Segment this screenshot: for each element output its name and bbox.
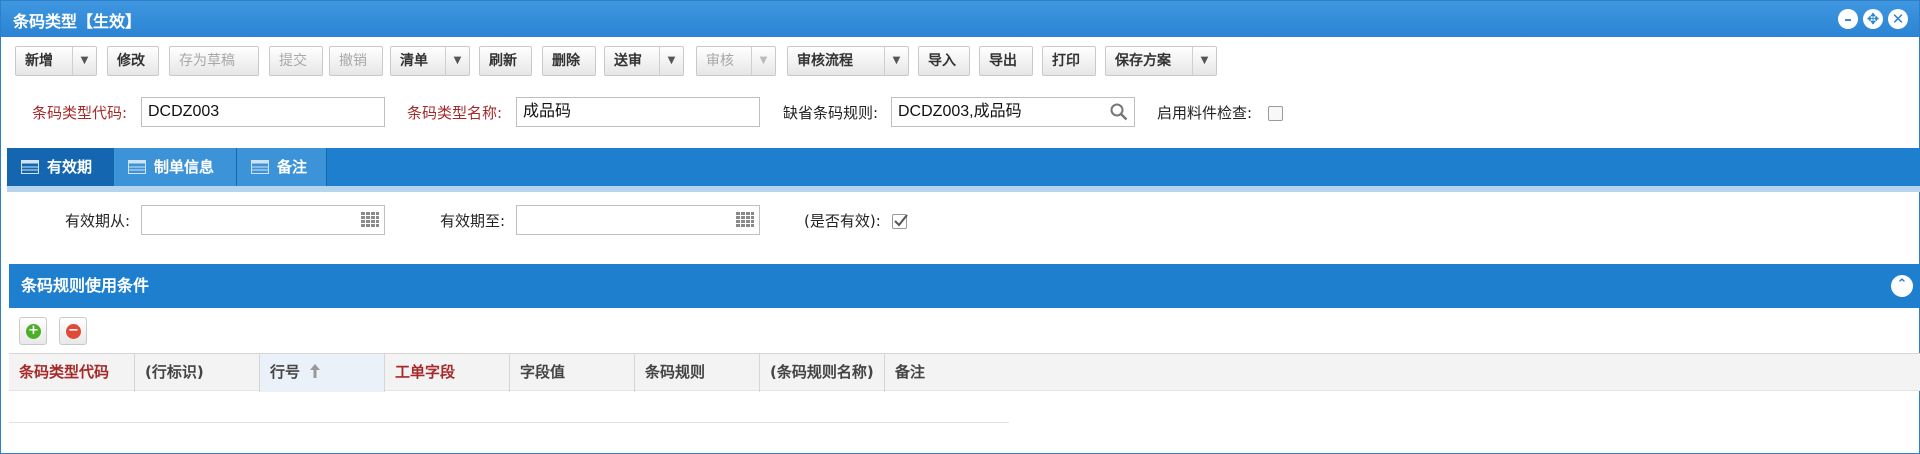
tab-remarks[interactable]: 备注 <box>237 148 327 186</box>
valid-to-field[interactable] <box>516 205 760 235</box>
tab-validity[interactable]: 有效期 <box>7 148 114 186</box>
valid-from-field[interactable] <box>141 205 385 235</box>
name-label: 条码类型名称: <box>407 104 503 122</box>
submit-button-label: 提交 <box>279 53 307 69</box>
submit-button[interactable]: 提交 <box>269 46 323 76</box>
send-review-button[interactable]: 送审 ▼ <box>604 46 684 76</box>
review-flow-button-label: 审核流程 <box>797 53 853 69</box>
search-icon[interactable] <box>1110 103 1128 121</box>
tab-creation-info[interactable]: 制单信息 <box>114 148 237 186</box>
review-flow-button[interactable]: 审核流程 ▼ <box>787 46 909 76</box>
column-line-no[interactable]: 行号 <box>260 354 385 392</box>
restore-icon[interactable]: ✥ <box>1863 9 1883 29</box>
delete-button[interactable]: 删除 <box>542 46 596 76</box>
grid-body-divider <box>9 422 1009 423</box>
clear-button-label: 清单 <box>400 53 428 69</box>
tab-bar: 有效期 制单信息 备注 <box>7 148 1920 186</box>
name-field[interactable]: 成品码 <box>516 97 760 127</box>
new-dropdown-icon[interactable]: ▼ <box>72 47 96 75</box>
export-button[interactable]: 导出 <box>979 46 1033 76</box>
valid-to-label: 有效期至: <box>440 212 506 230</box>
enable-check-label: 启用料件检查: <box>1157 104 1253 122</box>
export-button-label: 导出 <box>989 53 1017 69</box>
refresh-button[interactable]: 刷新 <box>479 46 532 76</box>
clear-dropdown-icon[interactable]: ▼ <box>445 47 469 75</box>
window-title: 条码类型【生效】 <box>13 12 142 31</box>
close-icon[interactable]: ✕ <box>1888 9 1908 29</box>
save-scheme-dropdown-icon[interactable]: ▼ <box>1192 47 1216 75</box>
review-button[interactable]: 审核 ▼ <box>696 46 776 76</box>
send-review-button-label: 送审 <box>614 53 642 69</box>
calendar-icon[interactable] <box>735 211 755 229</box>
rule-label: 缺省条码规则: <box>783 104 879 122</box>
column-work-order-field[interactable]: 工单字段 <box>385 354 510 392</box>
import-button[interactable]: 导入 <box>918 46 970 76</box>
calendar-icon[interactable] <box>360 211 380 229</box>
save-draft-button[interactable]: 存为草稿 <box>169 46 259 76</box>
new-button[interactable]: 新增 ▼ <box>15 46 97 76</box>
print-button[interactable]: 打印 <box>1042 46 1096 76</box>
code-field[interactable]: DCDZ003 <box>141 97 385 127</box>
modify-button-label: 修改 <box>117 53 145 69</box>
review-button-label: 审核 <box>706 53 734 69</box>
tab-creation-info-label: 制单信息 <box>154 158 215 176</box>
save-scheme-button-label: 保存方案 <box>1115 53 1171 69</box>
import-button-label: 导入 <box>928 53 956 69</box>
sort-ascending-icon <box>310 364 321 378</box>
undo-button[interactable]: 撤销 <box>329 46 383 76</box>
is-valid-checkbox[interactable] <box>892 214 908 229</box>
tab-underline <box>7 186 1920 192</box>
checkmark-icon <box>894 214 908 227</box>
table-icon <box>21 160 39 174</box>
refresh-button-label: 刷新 <box>489 53 517 69</box>
tab-validity-label: 有效期 <box>47 158 93 176</box>
rule-field[interactable]: DCDZ003,成品码 <box>891 97 1135 127</box>
title-bar: 条码类型【生效】 – ✥ ✕ <box>1 1 1919 37</box>
valid-from-label: 有效期从: <box>65 212 131 230</box>
new-button-label: 新增 <box>25 53 53 69</box>
column-barcode-type-code[interactable]: 条码类型代码 <box>9 354 135 392</box>
section-title: 条码规则使用条件 <box>21 276 150 295</box>
code-label: 条码类型代码: <box>32 104 128 122</box>
column-line-no-label: 行号 <box>270 363 301 381</box>
column-field-value[interactable]: 字段值 <box>510 354 635 392</box>
review-flow-dropdown-icon[interactable]: ▼ <box>884 47 908 75</box>
document-window: 条码类型【生效】 – ✥ ✕ 新增 ▼ 修改 存为草稿 提交 撤销 清单 ▼ 刷… <box>0 0 1920 454</box>
enable-check-checkbox[interactable] <box>1268 106 1283 121</box>
send-review-dropdown-icon[interactable]: ▼ <box>659 47 683 75</box>
column-remarks[interactable]: 备注 <box>885 354 1010 392</box>
modify-button[interactable]: 修改 <box>107 46 159 76</box>
save-draft-button-label: 存为草稿 <box>179 53 235 69</box>
grid-header: 条码类型代码 (行标识) 行号 工单字段 字段值 条码规则 (条码规则名称) 备… <box>9 353 1920 392</box>
minus-icon: − <box>66 324 81 339</box>
is-valid-label: (是否有效): <box>804 212 881 230</box>
remove-row-button[interactable]: − <box>59 317 87 345</box>
save-scheme-button[interactable]: 保存方案 ▼ <box>1105 46 1217 76</box>
column-barcode-rule[interactable]: 条码规则 <box>635 354 760 392</box>
undo-button-label: 撤销 <box>339 53 367 69</box>
chevron-up-icon[interactable]: ⌃ <box>1891 275 1913 297</box>
print-button-label: 打印 <box>1052 53 1080 69</box>
rule-conditions-header: 条码规则使用条件 ⌃ <box>9 264 1920 308</box>
clear-button[interactable]: 清单 ▼ <box>390 46 470 76</box>
table-icon <box>251 160 269 174</box>
tab-remarks-label: 备注 <box>277 158 308 176</box>
review-dropdown-icon[interactable]: ▼ <box>751 47 775 75</box>
column-barcode-rule-name[interactable]: (条码规则名称) <box>760 354 885 392</box>
table-icon <box>128 160 146 174</box>
add-row-button[interactable]: + <box>19 317 47 345</box>
delete-button-label: 删除 <box>552 53 580 69</box>
rule-field-value: DCDZ003,成品码 <box>898 103 1022 120</box>
minimize-icon[interactable]: – <box>1838 9 1858 29</box>
column-row-id[interactable]: (行标识) <box>135 354 260 392</box>
plus-icon: + <box>26 324 41 339</box>
toolbar: 新增 ▼ 修改 存为草稿 提交 撤销 清单 ▼ 刷新 删除 送审 ▼ 审核 ▼ … <box>15 46 1915 76</box>
